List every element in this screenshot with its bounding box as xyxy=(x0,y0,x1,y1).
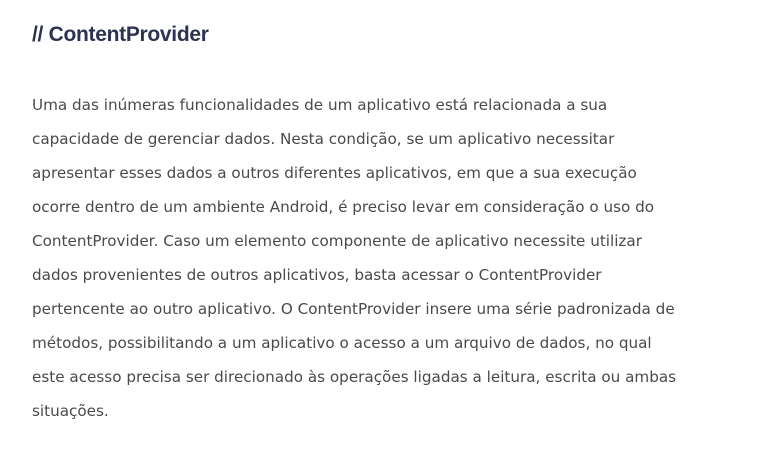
paragraph-line: este acesso precisa ser direcionado às o… xyxy=(32,368,677,386)
body-paragraph: Uma das inúmeras funcionalidades de um a… xyxy=(32,88,744,428)
paragraph-line: ocorre dentro de um ambiente Android, é … xyxy=(32,198,655,216)
paragraph-line: ContentProvider. Caso um elemento compon… xyxy=(32,232,642,250)
paragraph-line: dados provenientes de outros aplicativos… xyxy=(32,266,602,284)
paragraph-line: capacidade de gerenciar dados. Nesta con… xyxy=(32,130,615,148)
section-heading: // ContentProvider xyxy=(32,23,209,46)
paragraph-line: pertencente ao outro aplicativo. O Conte… xyxy=(32,300,675,318)
paragraph-line: Uma das inúmeras funcionalidades de um a… xyxy=(32,96,608,114)
paragraph-line: métodos, possibilitando a um aplicativo … xyxy=(32,334,652,352)
paragraph-line: apresentar esses dados a outros diferent… xyxy=(32,164,637,182)
paragraph-line: situações. xyxy=(32,402,109,420)
